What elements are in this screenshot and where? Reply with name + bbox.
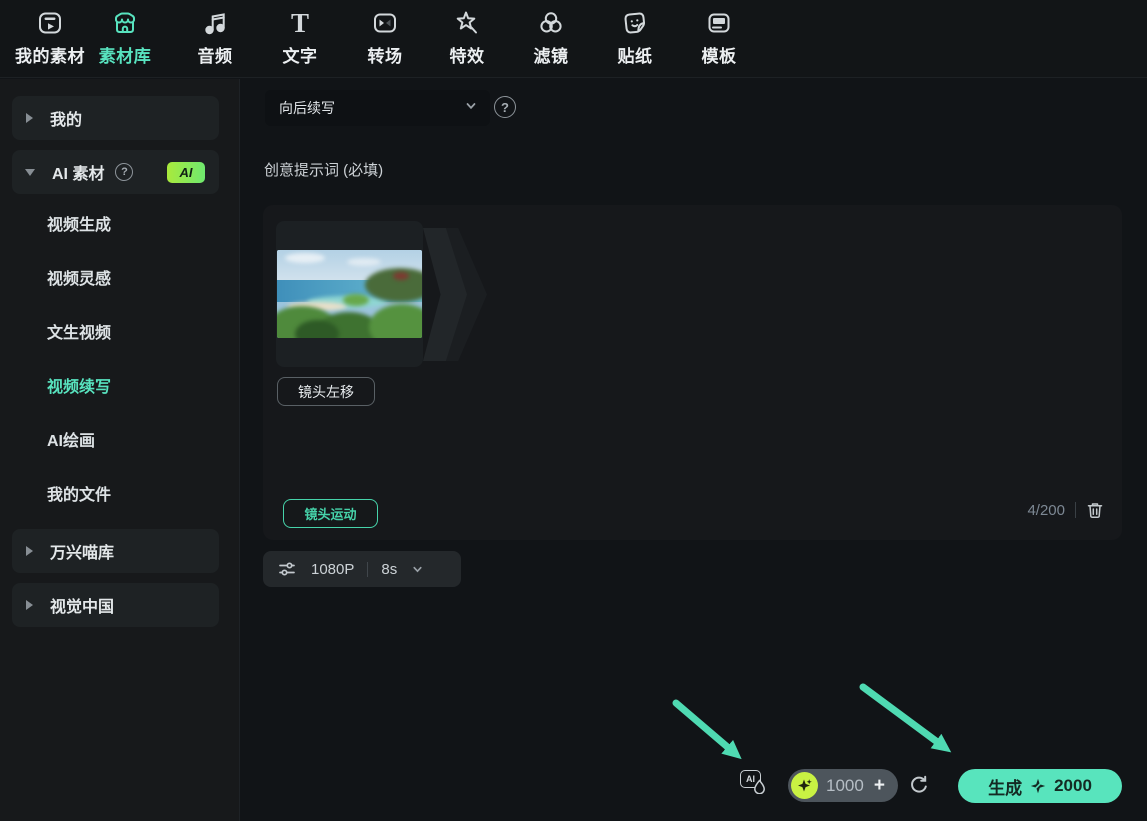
sidebar-item-video-inspiration[interactable]: 视频灵感 bbox=[47, 268, 111, 292]
tab-label: 特效 bbox=[450, 42, 485, 67]
top-navigation-bar: 我的素材 素材库 音频 T 文字 bbox=[0, 0, 1147, 78]
tab-label: 素材库 bbox=[99, 42, 152, 67]
sparkle-credit-icon bbox=[1030, 778, 1046, 794]
prompt-section-label: 创意提示词 (必填) bbox=[264, 159, 383, 180]
transition-icon bbox=[370, 8, 400, 38]
music-note-icon bbox=[200, 8, 230, 38]
tab-label: 音频 bbox=[198, 42, 233, 67]
char-count-row: 4/200 bbox=[1027, 501, 1104, 519]
main-content: 向后续写 ? 创意提示词 (必填) bbox=[241, 79, 1147, 821]
divider bbox=[1075, 502, 1076, 518]
tab-label: 贴纸 bbox=[618, 42, 653, 67]
generate-cost: 2000 bbox=[1054, 776, 1092, 796]
tab-library[interactable]: 素材库 bbox=[75, 8, 175, 72]
app-window: { "topnav": { "items": [ { "label": "我的素… bbox=[0, 0, 1147, 821]
tab-label: 转场 bbox=[368, 42, 403, 67]
camera-pan-left-tag: 镜头左移 bbox=[277, 377, 375, 406]
sidebar-item-video-generation[interactable]: 视频生成 bbox=[47, 214, 111, 238]
sidebar-item-video-continuation[interactable]: 视频续写 bbox=[47, 376, 111, 400]
output-settings-dropdown[interactable]: 1080P 8s bbox=[263, 551, 461, 587]
source-clip-thumbnail bbox=[277, 250, 422, 338]
chevron-down-icon bbox=[25, 169, 35, 176]
tab-templates[interactable]: 模板 bbox=[669, 8, 769, 72]
sidebar-group-my[interactable]: 我的 bbox=[12, 96, 219, 140]
ai-prompt-writer-button[interactable]: AI bbox=[740, 770, 770, 798]
chevron-down-icon bbox=[411, 563, 424, 576]
sidebar-group-ai-materials[interactable]: AI 素材 ? AI bbox=[12, 150, 219, 194]
media-library-icon bbox=[35, 8, 65, 38]
sidebar-item-my-files[interactable]: 我的文件 bbox=[47, 484, 111, 508]
duration-value: 8s bbox=[381, 561, 397, 578]
sidebar-group-label: 万兴喵库 bbox=[50, 539, 114, 563]
sliders-icon bbox=[278, 560, 296, 578]
dropdown-value: 向后续写 bbox=[279, 98, 335, 118]
trash-icon[interactable] bbox=[1086, 501, 1104, 519]
sidebar: 我的 AI 素材 ? AI 视频生成 视频灵感 文生视频 视频续写 AI绘画 我… bbox=[0, 79, 240, 821]
divider bbox=[367, 562, 368, 577]
char-count: 4/200 bbox=[1027, 502, 1065, 519]
store-icon bbox=[110, 8, 140, 38]
chevron-down-icon bbox=[464, 99, 478, 118]
sidebar-group-label: 我的 bbox=[50, 106, 82, 130]
sidebar-item-ai-painting[interactable]: AI绘画 bbox=[47, 430, 95, 454]
generate-button[interactable]: 生成 2000 bbox=[958, 769, 1122, 803]
help-icon[interactable]: ? bbox=[115, 163, 133, 181]
source-clip-card[interactable] bbox=[276, 221, 423, 367]
credits-amount: 1000 bbox=[826, 776, 864, 796]
help-icon[interactable]: ? bbox=[494, 96, 516, 118]
chevron-right-icon bbox=[26, 546, 33, 556]
template-icon bbox=[704, 8, 734, 38]
tab-label: 滤镜 bbox=[534, 42, 569, 67]
credits-balance-pill[interactable]: 1000 + bbox=[788, 769, 898, 802]
add-credits-button[interactable]: + bbox=[874, 776, 885, 795]
tab-label: 模板 bbox=[702, 42, 737, 67]
sticker-icon bbox=[620, 8, 650, 38]
credit-coin-icon bbox=[791, 772, 818, 799]
ai-badge: AI bbox=[167, 162, 205, 183]
sidebar-group-wondershare-library[interactable]: 万兴喵库 bbox=[12, 529, 219, 573]
sidebar-group-label: AI 素材 bbox=[52, 160, 104, 184]
tab-label: 文字 bbox=[283, 42, 318, 67]
button-label: 镜头运动 bbox=[304, 504, 356, 523]
tag-label: 镜头左移 bbox=[298, 382, 354, 402]
effects-star-icon bbox=[452, 8, 482, 38]
sidebar-item-text-to-video[interactable]: 文生视频 bbox=[47, 322, 111, 346]
refresh-credits-icon[interactable] bbox=[908, 774, 930, 796]
ink-drop-icon bbox=[753, 779, 766, 799]
resolution-value: 1080P bbox=[311, 561, 354, 578]
generate-label: 生成 bbox=[988, 774, 1022, 799]
camera-motion-button[interactable]: 镜头运动 bbox=[283, 499, 378, 528]
chevron-right-icon bbox=[26, 113, 33, 123]
sidebar-group-visual-china[interactable]: 视觉中国 bbox=[12, 583, 219, 627]
sidebar-group-label: 视觉中国 bbox=[50, 593, 114, 617]
chevron-right-icon bbox=[26, 600, 33, 610]
text-icon: T bbox=[285, 8, 315, 38]
continuation-mode-dropdown[interactable]: 向后续写 bbox=[265, 90, 490, 126]
prompt-input-panel[interactable]: 镜头左移 镜头运动 4/200 bbox=[263, 205, 1122, 540]
filter-icon bbox=[536, 8, 566, 38]
